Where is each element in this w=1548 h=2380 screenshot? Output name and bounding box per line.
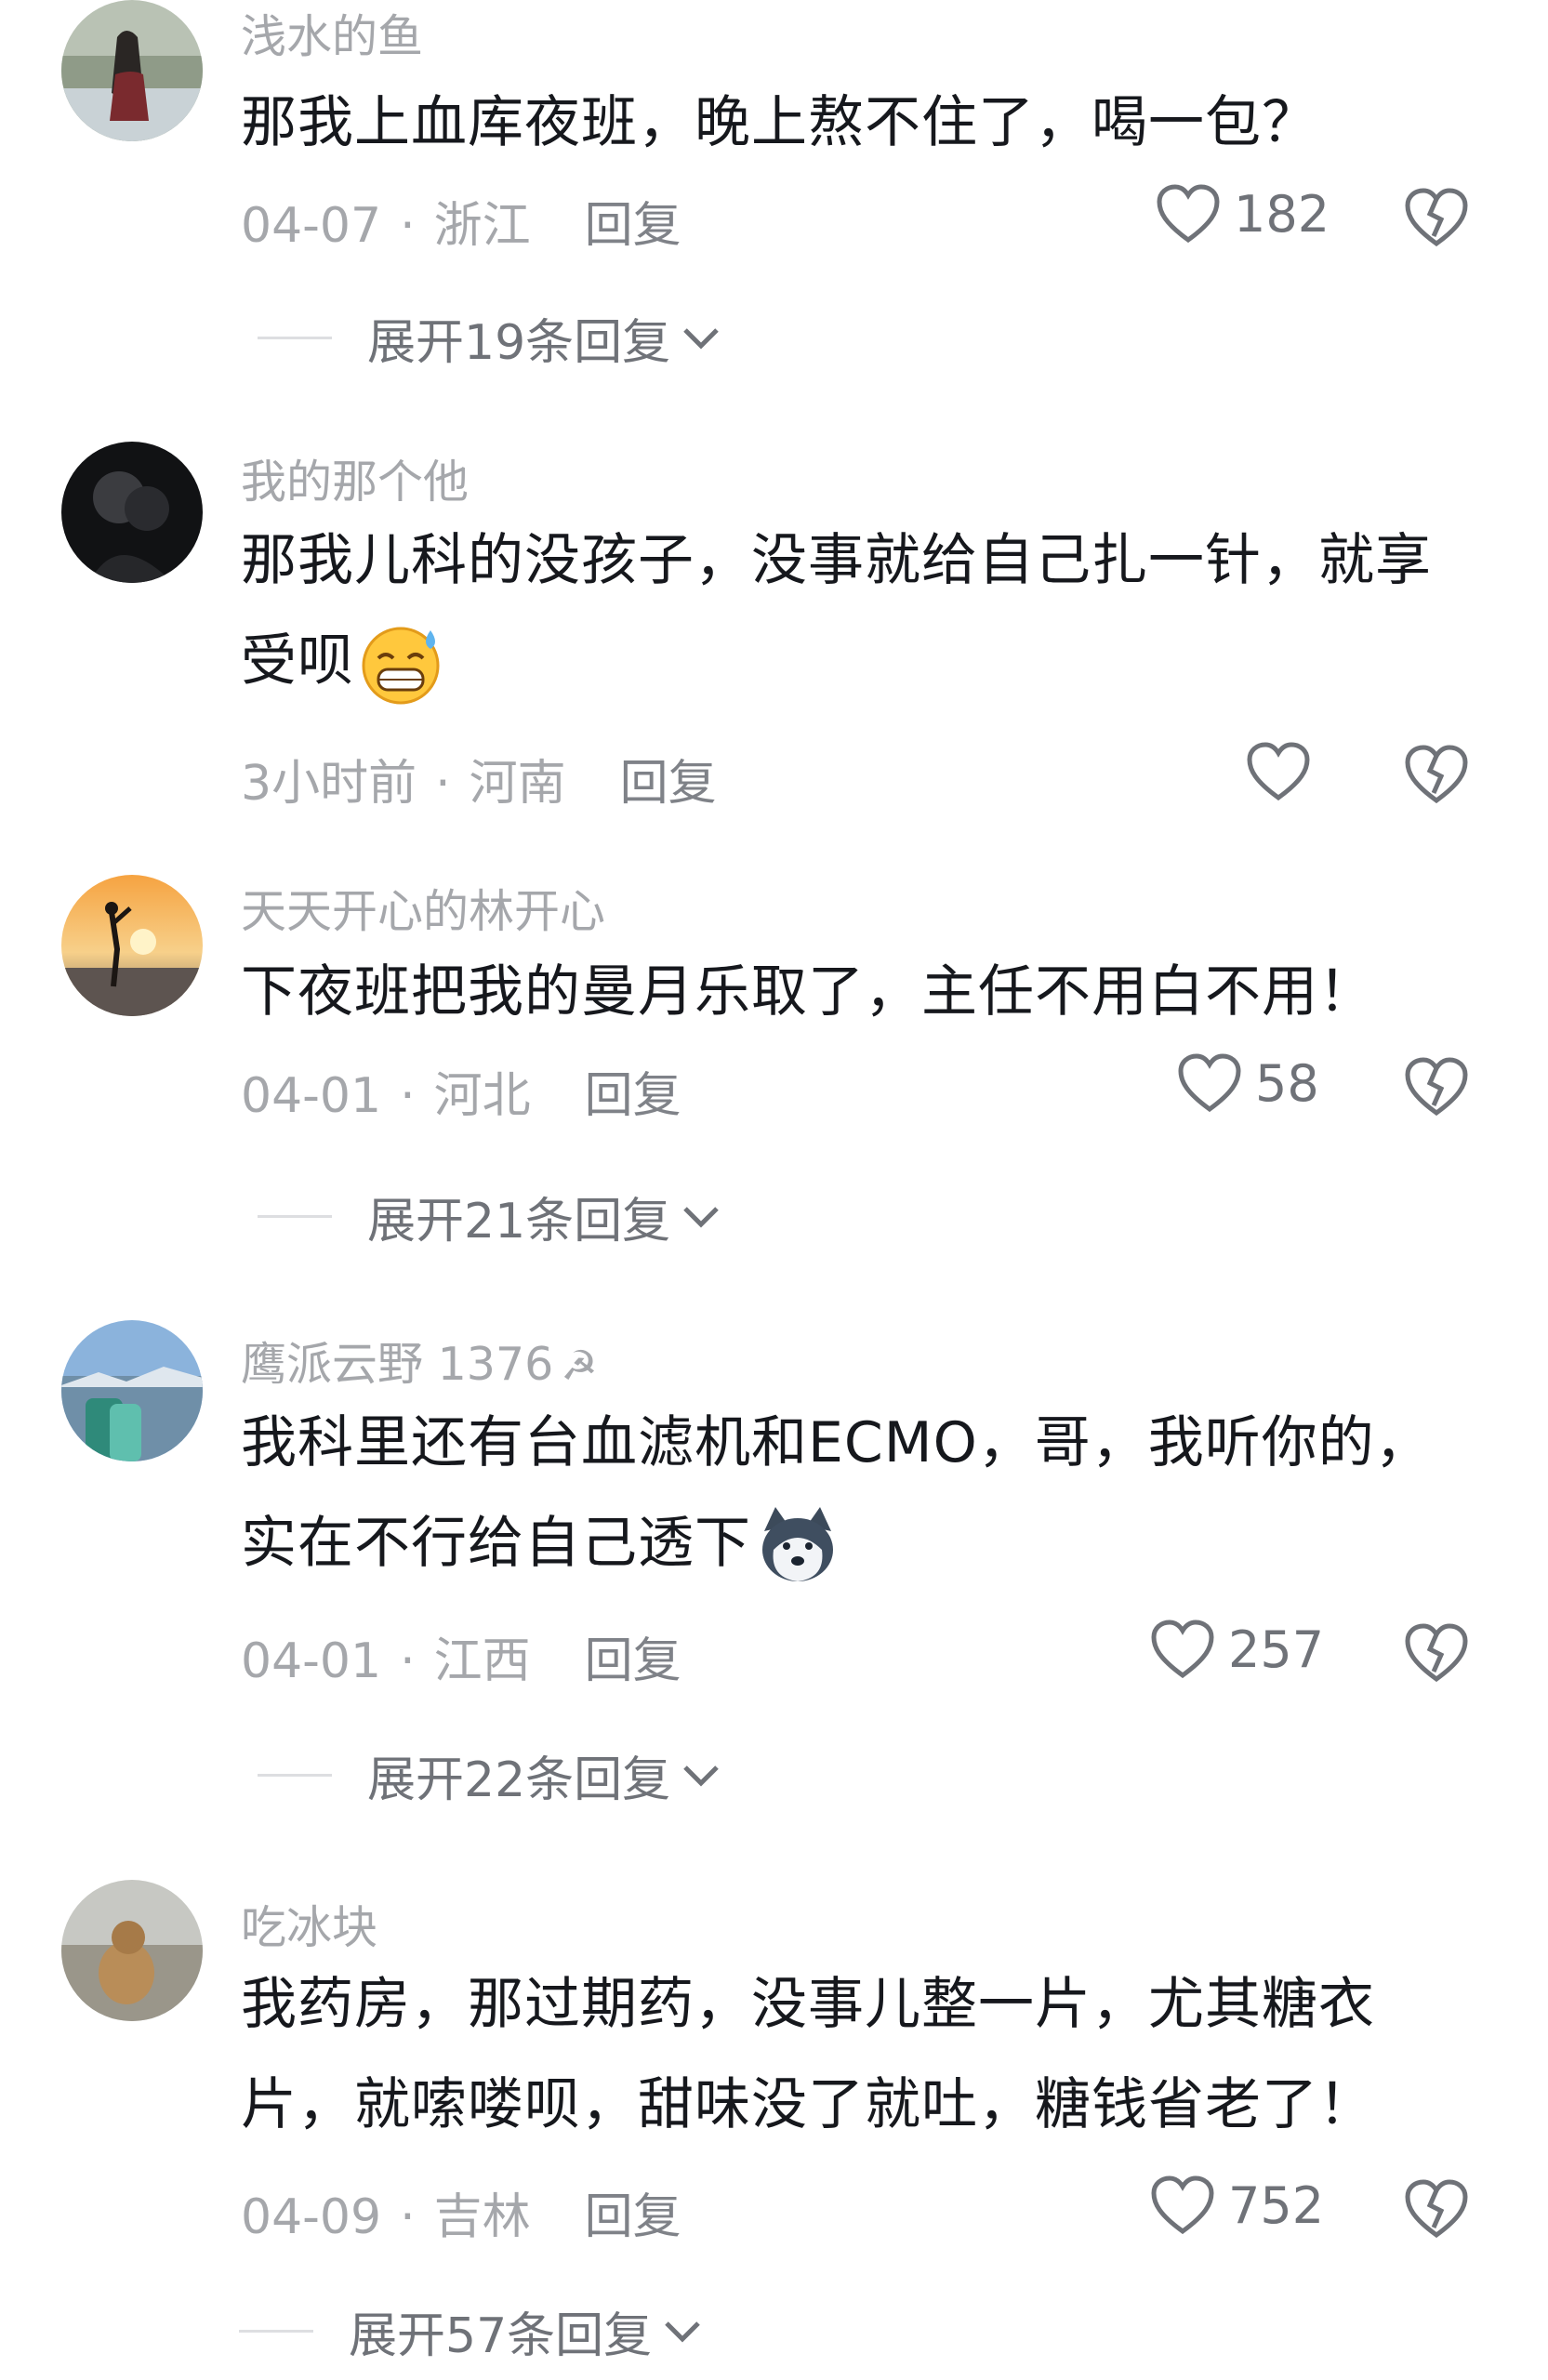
comment-date: 04-01 (241, 1068, 382, 1124)
comment-text-content: 我药房，那过期药，没事儿整一片，尤其糖衣片，就嗦喽呗，甜味没了就吐，糖钱省老了！ (241, 1972, 1375, 2137)
comment-meta: 04-01 · 江西 回复 (241, 1621, 681, 1691)
expand-replies-label: 展开19条回复 (367, 315, 671, 371)
avatar[interactable] (61, 1320, 203, 1461)
username-text: 鹰派云野 1376 (241, 1338, 554, 1391)
expand-replies-button[interactable]: 展开57条回复 (239, 2296, 704, 2366)
comment-meta: 04-07 · 浙江 回复 (241, 186, 681, 256)
comment-location: 河北 (433, 1068, 531, 1124)
hammer-sickle-icon: ☭ (561, 1342, 598, 1390)
like-button[interactable]: 58 (1177, 1053, 1319, 1113)
broken-heart-icon[interactable] (1404, 2179, 1469, 2239)
meta-separator: · (400, 198, 416, 254)
comment-username[interactable]: 天天开心的林开心 (241, 875, 605, 941)
comment-meta: 3小时前 · 河南 回复 (241, 744, 717, 813)
comment-location: 江西 (433, 1633, 531, 1689)
comment-meta: 04-09 · 吉林 回复 (241, 2177, 681, 2247)
chevron-down-icon (683, 1765, 719, 1787)
comment-text: 那我儿科的没孩子，没事就给自己扎一针，就享受呗 (241, 510, 1477, 711)
comment-location: 浙江 (433, 198, 531, 254)
expand-replies-button[interactable]: 展开22条回复 (258, 1740, 722, 1810)
avatar[interactable] (61, 875, 203, 1016)
comment-date: 04-07 (241, 198, 382, 254)
like-count: 182 (1234, 184, 1330, 244)
like-button[interactable]: 752 (1150, 2175, 1324, 2235)
comment-username[interactable]: 吃冰块 (241, 1891, 377, 1957)
chevron-down-icon (683, 1206, 719, 1228)
comment-username[interactable]: 鹰派云野 1376 ☭ (241, 1328, 598, 1394)
expand-replies-label: 展开22条回复 (367, 1752, 671, 1808)
like-count: 752 (1228, 2175, 1325, 2235)
meta-separator: · (435, 756, 451, 812)
meta-separator: · (400, 2189, 416, 2245)
heart-outline-icon (1151, 2175, 1214, 2235)
heart-outline-icon (1157, 184, 1220, 244)
expand-replies-label: 展开21条回复 (367, 1194, 671, 1250)
reply-button[interactable]: 回复 (585, 1633, 681, 1689)
expand-replies-button[interactable]: 展开19条回复 (258, 303, 722, 373)
comment-text-content: 那我上血库夜班，晚上熬不住了，喝一包？ (241, 90, 1318, 155)
like-count: 58 (1255, 1053, 1319, 1113)
divider-line (239, 2330, 313, 2333)
avatar[interactable] (61, 1880, 203, 2021)
heart-outline-icon (1178, 1053, 1241, 1113)
comment-text: 那我上血库夜班，晚上熬不住了，喝一包？ (241, 73, 1477, 173)
comment-location: 河南 (469, 756, 566, 812)
comment-text: 我科里还有台血滤机和ECMO，哥，我听你的，实在不行给自己透下 (241, 1393, 1477, 1593)
divider-line (258, 337, 332, 339)
reply-button[interactable]: 回复 (585, 1068, 681, 1124)
comment-date: 04-09 (241, 2189, 382, 2245)
comment-date: 3小时前 (241, 756, 417, 812)
grinning-sweat-emoji (362, 627, 440, 705)
broken-heart-icon[interactable] (1404, 188, 1469, 247)
chevron-down-icon (665, 2320, 700, 2343)
meta-separator: · (400, 1068, 416, 1124)
broken-heart-icon[interactable] (1404, 745, 1469, 804)
like-button[interactable]: 182 (1156, 184, 1330, 244)
comment-username[interactable]: 我的那个他 (241, 445, 469, 511)
like-button[interactable] (1246, 742, 1324, 801)
husky-dog-emoji (762, 1507, 833, 1582)
expand-replies-button[interactable]: 展开21条回复 (258, 1182, 722, 1251)
divider-line (258, 1774, 332, 1777)
comment-username[interactable]: 浅水的鱼 (241, 0, 423, 66)
like-count: 257 (1228, 1620, 1325, 1679)
comment-date: 04-01 (241, 1633, 382, 1689)
comment-text: 下夜班把我的曼月乐取了，主任不用白不用！ (241, 942, 1477, 1042)
broken-heart-icon[interactable] (1404, 1623, 1469, 1683)
reply-button[interactable]: 回复 (585, 2189, 681, 2245)
reply-button[interactable]: 回复 (585, 198, 681, 254)
meta-separator: · (400, 1633, 416, 1689)
broken-heart-icon[interactable] (1404, 1057, 1469, 1117)
chevron-down-icon (683, 327, 719, 350)
heart-outline-icon (1247, 742, 1310, 801)
comment-location: 吉林 (433, 2189, 531, 2245)
avatar[interactable] (61, 0, 203, 141)
comment-meta: 04-01 · 河北 回复 (241, 1056, 681, 1126)
like-button[interactable]: 257 (1150, 1620, 1324, 1679)
expand-replies-label: 展开57条回复 (349, 2308, 653, 2364)
reply-button[interactable]: 回复 (620, 756, 717, 812)
comment-text: 我药房，那过期药，没事儿整一片，尤其糖衣片，就嗦喽呗，甜味没了就吐，糖钱省老了！ (241, 1954, 1477, 2155)
heart-outline-icon (1151, 1620, 1214, 1679)
divider-line (258, 1215, 332, 1218)
avatar[interactable] (61, 442, 203, 583)
comment-text-content: 下夜班把我的曼月乐取了，主任不用白不用！ (241, 959, 1375, 1025)
